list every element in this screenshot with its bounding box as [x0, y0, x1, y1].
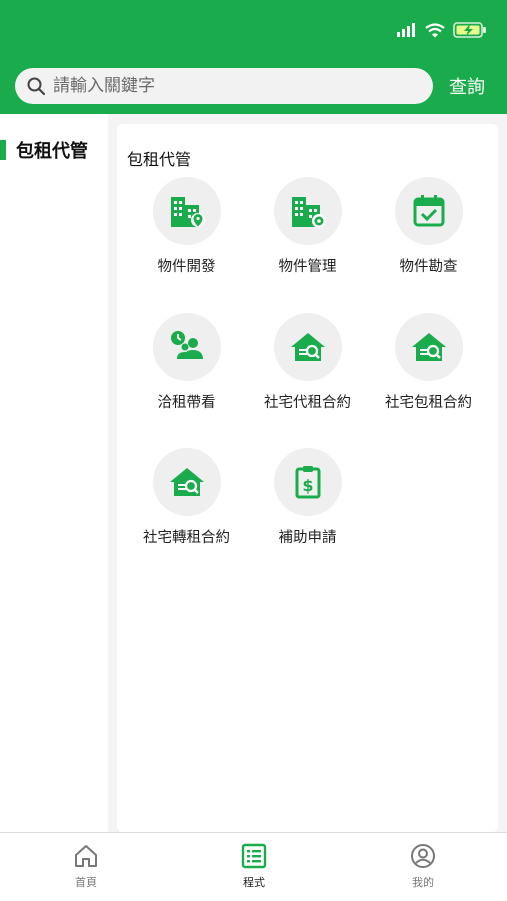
- tab-label: 首頁: [75, 876, 97, 889]
- function-label: 洽租帶看: [157, 395, 216, 411]
- bottom-tab-bar: 首頁 程式 我的: [0, 832, 507, 901]
- function-label: 物件管理: [278, 259, 337, 275]
- function-item-property-development[interactable]: 物件開發: [126, 177, 247, 297]
- function-item-social-housing-lease-contract[interactable]: 社宅包租合約: [368, 313, 489, 433]
- function-icon-wrap: [394, 313, 463, 381]
- panel-title: 包租代管: [127, 150, 192, 169]
- function-label: 補助申請: [278, 530, 337, 546]
- svg-text:$: $: [302, 476, 313, 495]
- sidebar-item-rental-management[interactable]: 包租代管: [0, 136, 108, 164]
- function-label: 社宅包租合約: [385, 395, 472, 411]
- search-icon: [27, 77, 45, 95]
- function-label: 物件勘查: [399, 259, 458, 275]
- tab-label: 程式: [243, 876, 265, 889]
- function-item-social-housing-sublease-contract[interactable]: 社宅轉租合約: [126, 448, 247, 568]
- function-icon-wrap: $: [273, 448, 342, 516]
- signal-icon: [397, 23, 415, 37]
- calendar-check-icon: [413, 195, 444, 227]
- user-circle-icon: [411, 844, 435, 868]
- active-indicator: [0, 140, 6, 160]
- house-search-icon: [290, 333, 325, 361]
- people-clock-icon: [170, 331, 203, 359]
- function-icon-wrap: [152, 448, 221, 516]
- function-label: 社宅轉租合約: [143, 530, 230, 546]
- function-icon-wrap: [152, 177, 221, 245]
- search-bar[interactable]: [15, 68, 433, 104]
- wifi-icon: [425, 22, 445, 37]
- building-location-icon: [170, 197, 205, 227]
- function-label: 社宅代租合約: [264, 395, 351, 411]
- function-icon-wrap: [152, 313, 221, 381]
- function-icon-wrap: [394, 177, 463, 245]
- tab-label: 我的: [412, 876, 434, 889]
- house-search-icon: [411, 333, 446, 361]
- function-item-rental-viewing[interactable]: 洽租帶看: [126, 313, 247, 433]
- status-bar: [397, 21, 487, 39]
- function-icon-wrap: [273, 313, 342, 381]
- function-label: 物件開發: [157, 259, 216, 275]
- list-icon: [241, 843, 267, 869]
- function-item-property-management[interactable]: 物件管理: [247, 177, 368, 297]
- battery-charging-icon: [453, 22, 486, 38]
- sidebar-item-label: 包租代管: [16, 141, 88, 162]
- app-header: 查詢: [0, 0, 507, 114]
- tab-home[interactable]: 首頁: [46, 843, 126, 890]
- function-item-subsidy-application[interactable]: $ 補助申請: [247, 448, 368, 568]
- house-search-icon: [169, 468, 204, 496]
- search-input[interactable]: [51, 75, 415, 97]
- function-icon-wrap: [273, 177, 342, 245]
- function-panel: 包租代管 物件開發 物件管理 物件勘查 洽租帶看 社宅代租合約 社宅包租合約 社…: [117, 124, 498, 832]
- clipboard-dollar-icon: $: [295, 466, 320, 499]
- home-icon: [75, 845, 97, 867]
- category-sidebar: 包租代管: [0, 114, 108, 832]
- building-settings-icon: [291, 197, 326, 228]
- search-button[interactable]: 查詢: [449, 73, 485, 99]
- function-item-social-housing-agency-contract[interactable]: 社宅代租合約: [247, 313, 368, 433]
- function-item-property-inspection[interactable]: 物件勘查: [368, 177, 489, 297]
- tab-programs[interactable]: 程式: [214, 843, 294, 890]
- tab-profile[interactable]: 我的: [383, 843, 463, 890]
- content-area: 包租代管 包租代管 物件開發 物件管理 物件勘查 洽租帶看 社宅代租合約 社宅包…: [0, 114, 507, 832]
